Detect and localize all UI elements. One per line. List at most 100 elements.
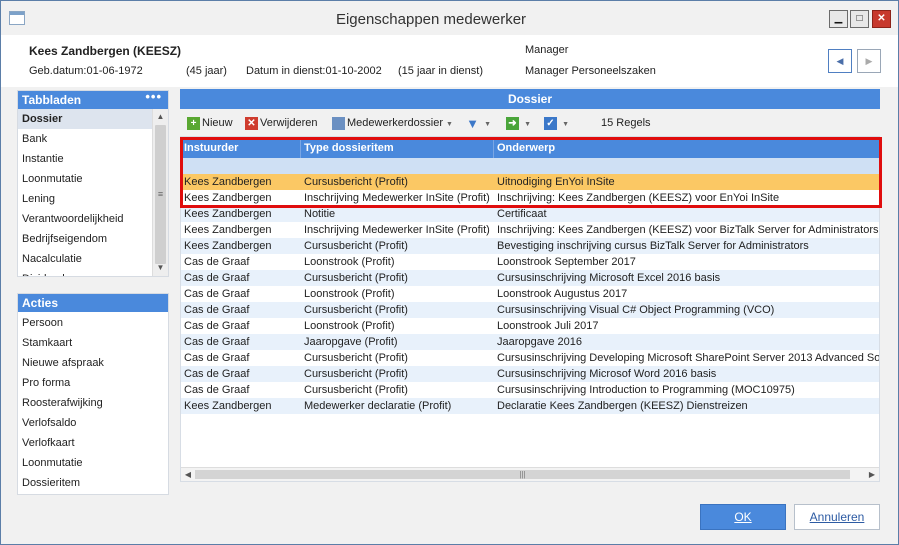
tab-item[interactable]: Nacalculatie [18,249,168,269]
employee-header: Kees Zandbergen (KEESZ) Geb.datum:01-06-… [1,35,898,87]
table-row[interactable]: Kees Zandbergen Notitie Certificaat [181,206,879,222]
column-header-instuurder[interactable]: Instuurder [181,138,301,158]
tab-item[interactable]: Dividend [18,269,168,276]
more-options-icon[interactable]: ••• [145,91,162,106]
tab-item[interactable]: Lening [18,189,168,209]
maximize-button[interactable]: □ [850,10,869,28]
tab-item[interactable]: Loonmutatie [18,169,168,189]
age: (45 jaar) [186,65,227,77]
table-row[interactable]: Cas de Graaf Loonstrook (Profit) Loonstroo… [181,254,879,270]
table-row[interactable]: Cas de Graaf Jaaropgave (Profit) Jaaropgav… [181,334,879,350]
action-item[interactable]: Persoon [18,313,168,333]
tab-item[interactable]: Verantwoordelijkheid [18,209,168,229]
table-cell: Cas de Graaf [184,256,250,268]
table-cell: Cursusinschrijving Introduction to Progr… [497,384,795,396]
table-cell: Cursusbericht (Profit) [304,368,408,380]
table-row[interactable]: Cas de Graaf Loonstrook (Profit) Loonstroo… [181,318,879,334]
plus-icon: + [187,116,200,130]
arrow-right-icon: ➜ [506,116,519,130]
table-row[interactable]: Kees Zandbergen Cursusbericht (Profit) Bev… [181,238,879,254]
scroll-left-icon[interactable]: ◀ [181,468,195,481]
table-cell: Inschrijving Medewerker InSite (Profit) [304,224,490,236]
action-item[interactable]: Verlofsaldo [18,413,168,433]
table-cell: Jaaropgave 2016 [497,336,583,348]
table-row[interactable]: Cas de Graaf Loonstrook (Profit) Loonstroo… [181,286,879,302]
employee-name: Kees Zandbergen (KEESZ) [29,44,182,58]
table-row[interactable]: Cas de Graaf Cursusbericht (Profit) Cursus… [181,366,879,382]
tab-item[interactable]: Bank [18,129,168,149]
cancel-button[interactable]: Annuleren [794,504,880,530]
filter-button[interactable]: ▼ ▼ [466,115,491,131]
tabbladen-header: Tabbladen ••• [18,91,168,109]
scroll-right-icon[interactable]: ▶ [865,468,879,481]
checkbox-icon: ✓ [544,116,557,130]
table-row[interactable]: Cas de Graaf Cursusbericht (Profit) Cursus… [181,382,879,398]
export-button[interactable]: ➜ ▼ [506,115,531,131]
column-header-type[interactable]: Type dossieritem [301,138,494,158]
new-button[interactable]: + Nieuw [187,115,233,131]
tabbladen-panel: Tabbladen ••• Dossier Bank Instantie Loonmu… [17,90,169,277]
close-button[interactable]: ✕ [872,10,891,28]
table-cell: Bevestiging inschrijving cursus BizTalk … [497,240,809,252]
dossier-section: Dossier + Nieuw ✕ Verwijderen Medewerkerdo… [180,89,882,497]
action-item[interactable]: Nieuwe afspraak [18,353,168,373]
table-cell: Cas de Graaf [184,304,250,316]
action-item[interactable]: Loonmutatie [18,453,168,473]
employee-file-button[interactable]: Medewerkerdossier ▼ [332,115,453,131]
action-item[interactable]: Verlofkaart [18,433,168,453]
dossier-title: Dossier [180,89,880,109]
tab-item[interactable]: Bedrijfseigendom [18,229,168,249]
select-button[interactable]: ✓ ▼ [544,115,569,131]
action-item[interactable]: Pro forma [18,373,168,393]
table-row[interactable]: Cas de Graaf Cursusbericht (Profit) Cursus… [181,350,880,366]
table-cell: Inschrijving: Kees Zandbergen (KEESZ) vo… [497,224,879,236]
delete-button[interactable]: ✕ Verwijderen [245,115,317,131]
table-cell: Jaaropgave (Profit) [304,336,398,348]
minimize-button[interactable]: ▁ [829,10,848,28]
table-cell: Medewerker declaratie (Profit) [304,400,452,412]
table-cell: Cursusbericht (Profit) [304,384,408,396]
tabbladen-list: Dossier Bank Instantie Loonmutatie Lening Ver… [18,109,168,276]
acties-header: Acties [18,294,168,312]
table-row[interactable]: Cas de Graaf Cursusbericht (Profit) Cursus… [181,270,879,286]
horizontal-scrollbar[interactable]: ◀ ||| ▶ [181,467,879,481]
tab-item[interactable]: Dossier [18,109,168,129]
table-cell: Kees Zandbergen [184,176,272,188]
table-cell: Cursusbericht (Profit) [304,240,408,252]
dossier-grid: Instuurder Type dossieritem Onderwerp Ke… [180,136,880,482]
table-cell: Cursusinschrijving Developing Microsoft … [497,352,880,364]
table-cell: Loonstrook (Profit) [304,288,395,300]
scroll-up-icon[interactable]: ▲ [153,109,168,125]
chevron-right-icon: ▶ [865,56,873,66]
scrollbar-thumb[interactable]: ||| [195,470,850,479]
table-cell: Cursusinschrijving Microsoft Excel 2016 … [497,272,721,284]
previous-record-button[interactable]: ◀ [828,49,852,73]
acties-title: Acties [22,296,59,310]
table-row[interactable]: Kees Zandbergen Medewerker declaratie (Pr… [181,398,879,414]
table-row[interactable]: Cas de Graaf Cursusbericht (Profit) Cursus… [181,302,879,318]
tabbladen-scrollbar[interactable]: ▲ ≡ ▼ [152,109,168,276]
filter-row[interactable] [181,158,879,174]
action-item[interactable]: Roosterafwijking [18,393,168,413]
chevron-down-icon: ▼ [484,121,491,128]
column-header-onderwerp[interactable]: Onderwerp [494,138,879,158]
tab-item[interactable]: Instantie [18,149,168,169]
dossier-toolbar: + Nieuw ✕ Verwijderen Medewerkerdossier ▼ … [180,113,880,133]
table-cell: Uitnodiging EnYoi InSite [497,176,615,188]
folder-icon [332,116,345,130]
table-cell: Kees Zandbergen [184,192,272,204]
in-service-date: Datum in dienst:01-10-2002 [246,65,382,77]
scroll-down-icon[interactable]: ▼ [153,260,168,276]
action-item[interactable]: Dossieritem [18,473,168,493]
ok-button[interactable]: OK [700,504,786,530]
table-cell: Cursusbericht (Profit) [304,272,408,284]
table-row[interactable]: Kees Zandbergen Cursusbericht (Profit) Uit… [181,174,879,190]
window-title: Eigenschappen medewerker [335,11,527,28]
table-row[interactable]: Kees Zandbergen Inschrijving Medewerker I… [181,190,879,206]
scrollbar-thumb[interactable]: ≡ [155,125,166,264]
next-record-button[interactable]: ▶ [857,49,881,73]
chevron-left-icon: ◀ [836,56,844,66]
table-cell: Cas de Graaf [184,352,250,364]
action-item[interactable]: Stamkaart [18,333,168,353]
table-row[interactable]: Kees Zandbergen Inschrijving Medewerker I… [181,222,879,238]
